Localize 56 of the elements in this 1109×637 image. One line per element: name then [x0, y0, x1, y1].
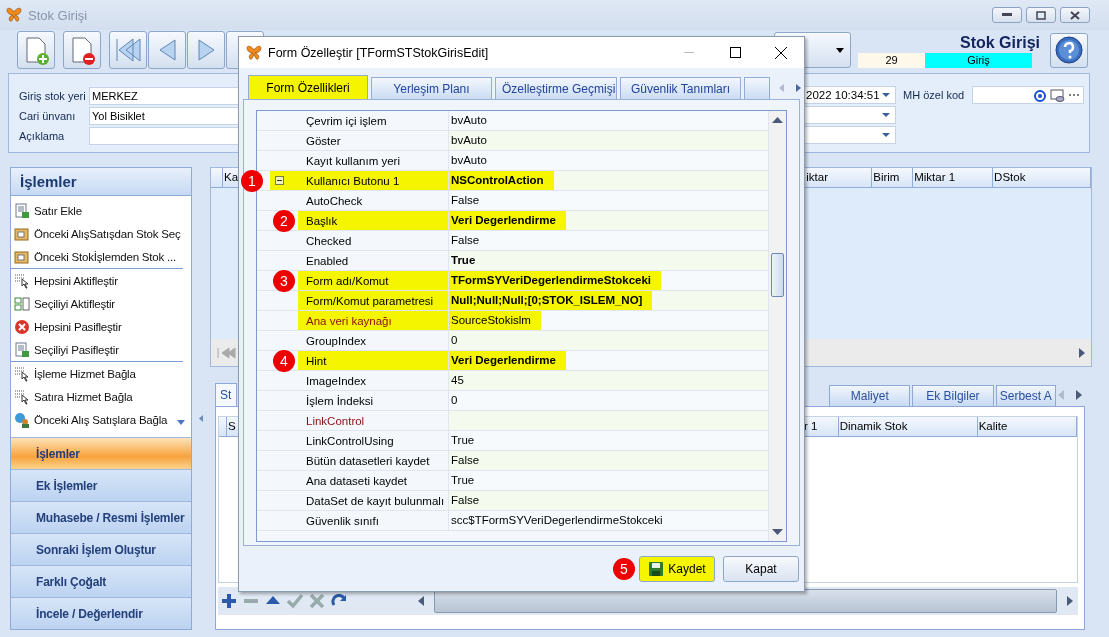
property-value: False [450, 233, 481, 248]
property-name: Ana veri kaynağı [306, 314, 392, 327]
property-name: LinkControl [306, 414, 365, 427]
property-value: bvAuto [450, 133, 488, 148]
property-name: DataSet de kayıt bulunmalı [306, 494, 445, 507]
property-name: Bütün datasetleri kaydet [306, 454, 430, 467]
property-name: AutoCheck [306, 194, 363, 207]
property-name: Checked [306, 234, 352, 247]
property-name: Çevrim içi işlem [306, 114, 387, 127]
document-number: 29 [858, 52, 925, 68]
property-value: False [450, 193, 481, 208]
field-label: MH özel kod [903, 88, 965, 103]
property-value: 45 [450, 373, 465, 388]
property-value: True [450, 253, 477, 268]
property-name: GroupIndex [306, 334, 367, 347]
field-label: Giriş stok yeri [19, 89, 87, 102]
field-label: Açıklama [19, 129, 66, 142]
property-value: TFormSYVeriDegerlendirmeStokceki [449, 271, 662, 290]
step-badge: 1 [241, 170, 263, 192]
property-value: Veri Degerlendirme [449, 351, 566, 370]
field-label: Cari ünvanı [19, 109, 77, 122]
property-value: 0 [450, 393, 459, 408]
property-name: Form adı/Komut [306, 274, 389, 287]
dialog-title: Form Özelleştir [TFormSTStokGirisEdit] [268, 45, 489, 60]
property-name: Hint [306, 354, 327, 367]
property-value: NSControlAction [449, 171, 554, 190]
property-name: İşlem İndeksi [306, 394, 374, 407]
property-name: Enabled [306, 254, 349, 267]
window-title: Stok Girişi [28, 7, 88, 23]
property-value: False [450, 493, 481, 508]
property-value: True [450, 433, 476, 448]
property-value: SourceStokislm [449, 311, 541, 330]
property-name: Ana dataseti kaydet [306, 474, 407, 487]
property-name: Form/Komut parametresi [306, 294, 434, 307]
step-badge: 2 [273, 210, 295, 232]
property-value: scc$TFormSYVeriDegerlendirmeStokceki [450, 513, 664, 528]
form-title: Stok Girişi [959, 32, 1040, 53]
property-value: False [450, 453, 481, 468]
property-value: Null;Null;Null;[0;STOK_ISLEM_NO] [449, 291, 653, 310]
property-value: Veri Degerlendirme [449, 211, 566, 230]
property-name: Kayıt kullanım yeri [306, 154, 400, 167]
property-name: Göster [306, 134, 341, 147]
property-name: Kullanıcı Butonu 1 [306, 174, 400, 187]
property-value: bvAuto [450, 113, 488, 128]
property-name: Başlık [306, 214, 338, 227]
property-name: LinkControlUsing [306, 434, 394, 447]
property-name: ImageIndex [306, 374, 367, 387]
property-value: True [450, 473, 476, 488]
step-badge: 4 [273, 350, 295, 372]
property-value: bvAuto [450, 153, 488, 168]
property-name: Güvenlik sınıfı [306, 514, 379, 527]
step-badge: 5 [613, 557, 635, 580]
property-value: 0 [450, 333, 459, 348]
panel-title: İşlemler [11, 168, 191, 196]
document-type: Giriş [925, 52, 1032, 68]
step-badge: 3 [273, 270, 295, 292]
